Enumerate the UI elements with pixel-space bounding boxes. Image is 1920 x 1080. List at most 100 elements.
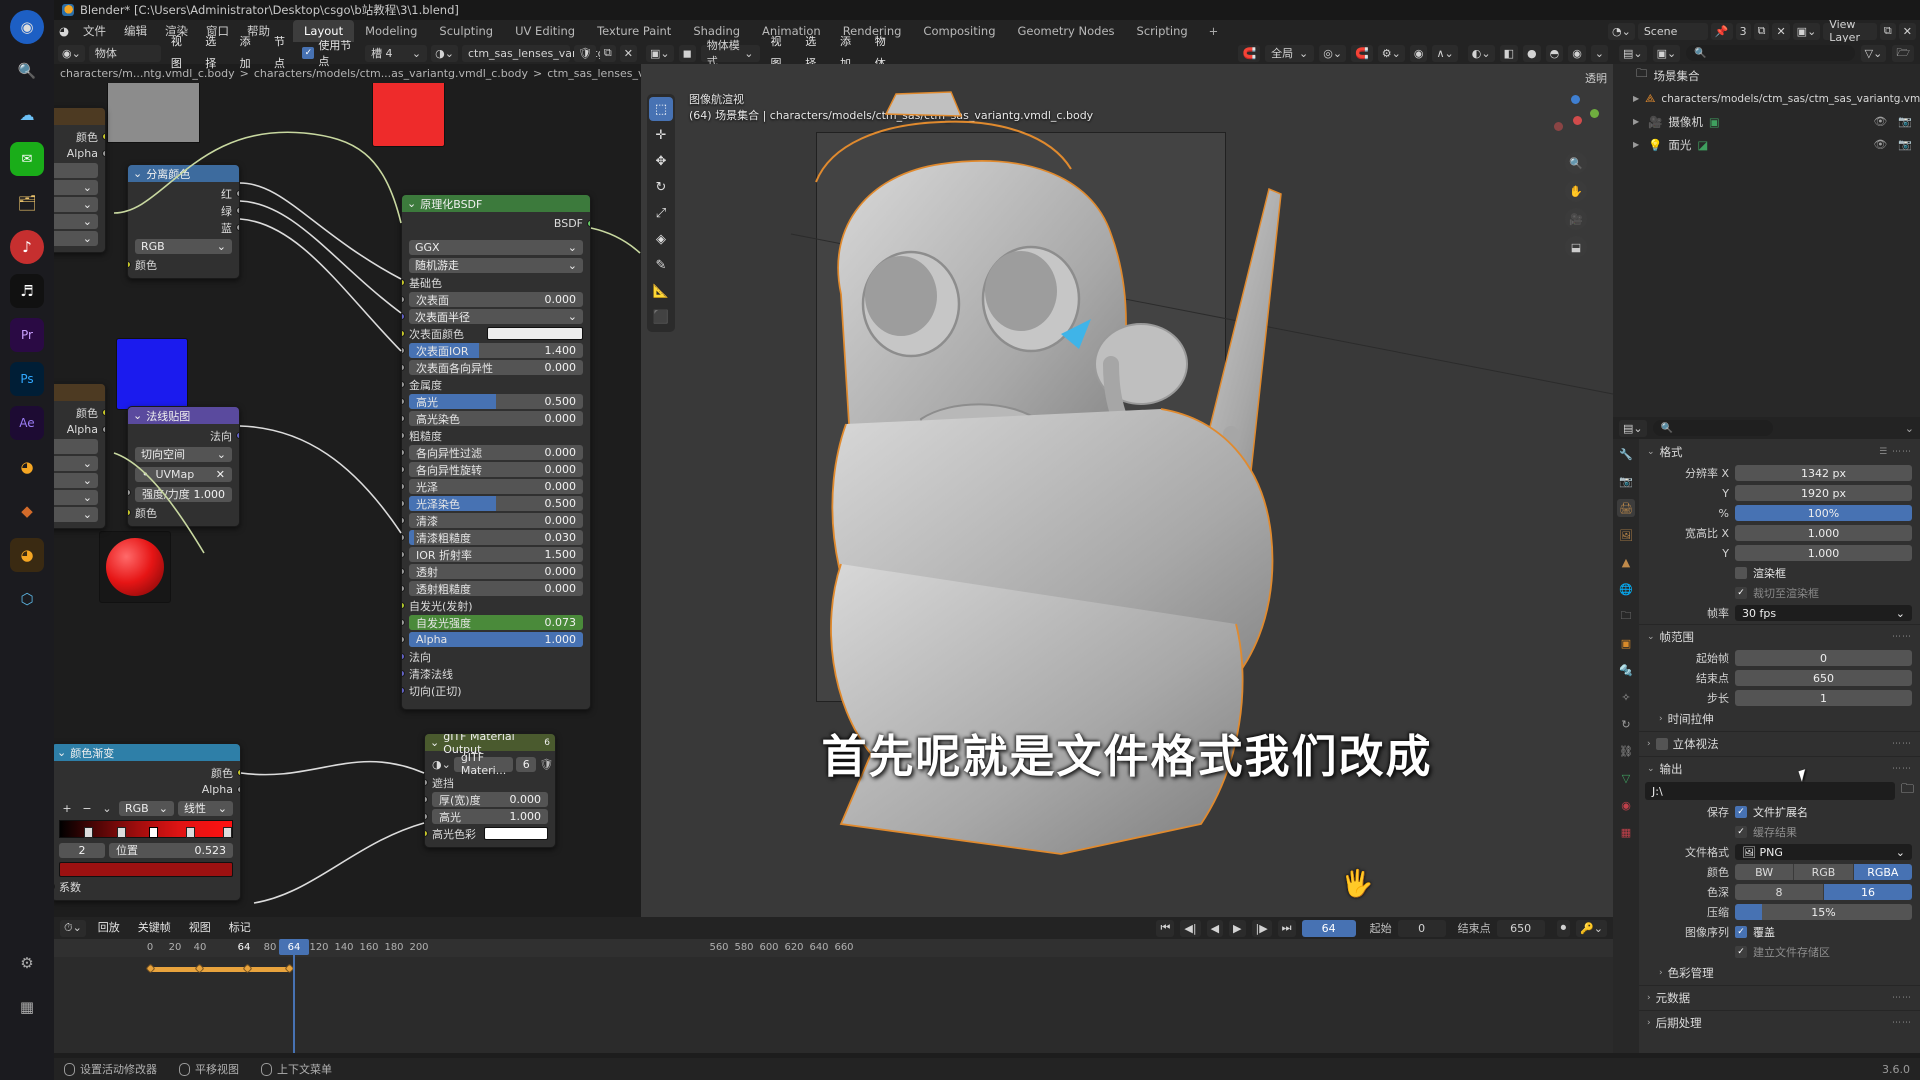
bsdf-row-7[interactable]: 高光 0.500 xyxy=(402,393,590,410)
substance-icon[interactable]: ◆ xyxy=(10,494,44,528)
gltf-row-0[interactable]: 遮挡 xyxy=(425,774,555,791)
timeline-playhead[interactable] xyxy=(293,939,295,1053)
bsdf-field-13[interactable]: 光泽染色 0.500 xyxy=(409,496,583,511)
outliner-filter-icon[interactable]: ▣⌄ xyxy=(1652,44,1681,62)
node-header-normal-map[interactable]: ⌄ 法线贴图 xyxy=(128,407,239,424)
expand-arrow-icon-light[interactable]: ▶ xyxy=(1633,140,1642,149)
panel-header-color-management[interactable]: › 色彩管理 xyxy=(1639,962,1920,984)
bsdf-row-17[interactable]: 透射 0.000 xyxy=(402,563,590,580)
field-frame-end[interactable]: 650 xyxy=(1735,670,1912,686)
gltf-row-2[interactable]: 高光 1.000 xyxy=(425,808,555,825)
new-viewlayer-icon[interactable]: ⧉ xyxy=(1879,22,1896,40)
socket-color-out-2[interactable] xyxy=(102,409,105,416)
panel-header-time-stretching[interactable]: › 时间拉伸 xyxy=(1639,708,1920,730)
separate-color-node[interactable]: ⌄ 分离颜色 红 绿 蓝 RGB ⌄ 颜色 xyxy=(127,164,240,279)
bsdf-row-14[interactable]: 清漆 0.000 xyxy=(402,512,590,529)
prev-keyframe-icon[interactable]: ◀| xyxy=(1180,919,1201,937)
nm-space-row[interactable]: 切向空间 ⌄ xyxy=(128,444,239,464)
row-crop-to-render-region[interactable]: ✓ 裁切至渲染框 xyxy=(1639,583,1920,603)
node-header-image-texture[interactable]: ⌄ xyxy=(54,108,105,125)
socket-strength-in[interactable] xyxy=(128,489,131,496)
bsdf-field-8[interactable]: 高光染色 0.000 xyxy=(409,411,583,426)
bsdf-input-rows[interactable]: 基础色 次表面 0.000 次表面半径 ⌄ 次表面颜色 次表面IOR 1.400 次表面各向异性… xyxy=(402,274,590,699)
tab-modeling[interactable]: Modeling xyxy=(354,20,428,42)
node-row-dd3[interactable]: ⌄ xyxy=(54,213,105,230)
outliner-scene-collection-row[interactable]: 🗀 场景集合 xyxy=(1613,64,1920,87)
slider-compression[interactable]: 15% xyxy=(1735,904,1912,920)
shader-type-selector[interactable]: 物体 xyxy=(88,44,161,62)
aftereffects-icon[interactable]: Ae xyxy=(10,406,44,440)
socket-22[interactable] xyxy=(402,653,405,660)
socket-6[interactable] xyxy=(402,381,405,388)
expand-arrow-icon-mesh[interactable]: ▶ xyxy=(1633,94,1639,103)
bsdf-color-swatch-3[interactable] xyxy=(487,327,583,340)
tab-constraints[interactable]: ⛓ xyxy=(1617,742,1635,760)
panel-header-postprocessing[interactable]: › 后期处理 ⋯⋯ xyxy=(1639,1012,1920,1034)
tab-texture-paint[interactable]: Texture Paint xyxy=(586,20,682,42)
bsdf-row-22[interactable]: 法向 xyxy=(402,648,590,665)
properties-editor[interactable]: ▤⌄ 🔍 ⌄ 🔧 📷 🖨 🖼 ▲ 🌐 🗀 ▣ 🔩 ✧ ↻ ⛓ ▽ ◉ ▦ ⌄ 格… xyxy=(1613,417,1920,1053)
properties-header[interactable]: ▤⌄ 🔍 ⌄ xyxy=(1613,417,1920,439)
remove-stop-button[interactable]: − xyxy=(79,802,95,815)
row-aspect-y[interactable]: Y 1.000 xyxy=(1639,543,1920,563)
unity-icon[interactable]: ⬡ xyxy=(10,582,44,616)
socket-alpha-out[interactable] xyxy=(102,150,105,157)
add-workspace-button[interactable]: + xyxy=(1199,24,1229,38)
weather-icon[interactable]: ☁ xyxy=(10,98,44,132)
viewport-overlays-icon[interactable]: ◐⌄ xyxy=(1467,44,1495,62)
3d-viewport[interactable]: ▣⌄ ◼ 物体模式⌄ 视图 选择 添加 物体 🧲 全局⌄ ◎⌄ 🧲 ⚙⌄ ◉ ∧… xyxy=(641,35,1613,917)
node-row-dd1[interactable]: ⌄ xyxy=(54,179,105,196)
gltf-input-rows[interactable]: 遮挡 厚(宽)度 0.000 高光 1.000 高光色彩 xyxy=(425,774,555,842)
bsdf-subsurface-method-row[interactable]: 随机游走 ⌄ xyxy=(402,256,590,274)
color-mode-rgb[interactable]: RGB xyxy=(1794,864,1854,880)
socket-3[interactable] xyxy=(402,330,405,337)
socket-cr-alpha-out[interactable] xyxy=(237,786,240,793)
bsdf-row-21[interactable]: Alpha 1.000 xyxy=(402,631,590,648)
bsdf-field-12[interactable]: 光泽 0.000 xyxy=(409,479,583,494)
tab-physics[interactable]: ↻ xyxy=(1617,715,1635,733)
socket-23[interactable] xyxy=(402,670,405,677)
tab-sculpting[interactable]: Sculpting xyxy=(428,20,504,42)
tiktok-icon[interactable]: ♬ xyxy=(10,274,44,308)
properties-content[interactable]: ⌄ 格式 ☰ ⋯⋯ 分辨率 X 1342 px Y 1920 px % 100%… xyxy=(1639,439,1920,1053)
socket-cr-color-out[interactable] xyxy=(237,769,240,776)
material-slot-selector[interactable]: 槽 4 ⌄ xyxy=(365,44,428,62)
socket-red-out[interactable] xyxy=(236,190,239,197)
pin-scene-icon[interactable]: 📌 xyxy=(1710,22,1733,40)
blender-icon[interactable]: ◕ xyxy=(10,450,44,484)
checkbox-file-extensions[interactable]: ✓ xyxy=(1735,806,1747,818)
pivot-point-icon[interactable]: ◎⌄ xyxy=(1319,44,1347,62)
tab-uv-editing[interactable]: UV Editing xyxy=(504,20,586,42)
tab-scripting[interactable]: Scripting xyxy=(1126,20,1199,42)
tab-object[interactable]: ▣ xyxy=(1617,634,1635,652)
segmented-color-mode[interactable]: BW RGB RGBA xyxy=(1735,864,1912,880)
ramp-menu-button[interactable]: ⌄ xyxy=(99,802,115,815)
bsdf-row-24[interactable]: 切向(正切) xyxy=(402,682,590,699)
jump-start-icon[interactable]: ⏮ xyxy=(1156,919,1175,937)
chevron-down-icon-frame-range[interactable]: ⌄ xyxy=(1647,632,1655,642)
node-header-principled-bsdf[interactable]: ⌄ 原理化BSDF xyxy=(402,195,590,212)
play-icon[interactable]: ▶ xyxy=(1229,919,1246,937)
settings-icon[interactable]: ⚙ xyxy=(10,946,44,980)
tab-material[interactable]: ◉ xyxy=(1617,796,1635,814)
socket-24[interactable] xyxy=(402,687,405,694)
menu-file[interactable]: 文件 xyxy=(74,20,115,42)
transform-orientation-selector[interactable]: 全局 ⌄ xyxy=(1265,44,1315,62)
snap-magnet-icon[interactable]: 🧲 xyxy=(1238,44,1261,62)
color-ramp-node[interactable]: ⌄ 颜色渐变 颜色 Alpha + − ⌄ RGB ⌄ 线性 ⌄ 2 位置 0.… xyxy=(54,743,241,901)
bsdf-row-18[interactable]: 透射粗糙度 0.000 xyxy=(402,580,590,597)
shield-icon[interactable]: 🛡 xyxy=(539,758,553,771)
checkbox-cache-result[interactable]: ✓ xyxy=(1735,826,1747,838)
field-aspect-x[interactable]: 1.000 xyxy=(1735,525,1912,541)
fake-user-icon[interactable]: 🛡 xyxy=(573,44,596,62)
chevron-right-icon-stereoscopy[interactable]: › xyxy=(1647,739,1651,749)
gltf-socket-1[interactable] xyxy=(425,796,428,803)
tab-output[interactable]: 🖨 xyxy=(1617,499,1635,517)
panel-header-stereoscopy[interactable]: › ✓ 立体视法 ⋯⋯ xyxy=(1639,733,1920,755)
jump-end-icon[interactable]: ⏭ xyxy=(1277,919,1296,937)
socket-5[interactable] xyxy=(402,364,405,371)
chevron-down-icon-format[interactable]: ⌄ xyxy=(1647,447,1655,457)
browser-icon[interactable]: ◉ xyxy=(10,10,44,44)
visibility-eye-icon-light[interactable]: 👁 xyxy=(1873,138,1887,151)
principled-bsdf-node[interactable]: ⌄ 原理化BSDF BSDF GGX ⌄ 随机游走 ⌄ 基础色 次表面 0.000 次表面… xyxy=(401,194,591,710)
